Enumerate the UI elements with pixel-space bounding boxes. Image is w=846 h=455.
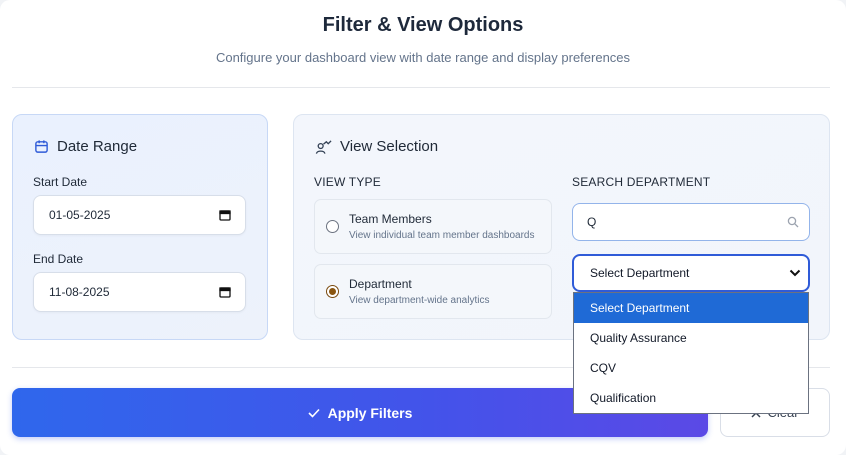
department-select-value: Select Department <box>590 266 690 280</box>
department-dropdown-list: Select Department Quality Assurance CQV … <box>573 292 809 414</box>
end-date-value: 11-08-2025 <box>49 285 110 299</box>
check-icon <box>308 408 320 418</box>
radio-option-department[interactable]: Department View department-wide analytic… <box>314 264 552 319</box>
apply-filters-label: Apply Filters <box>327 404 413 421</box>
radio-option-title: Department <box>349 277 412 291</box>
calendar-picker-icon[interactable] <box>219 209 231 221</box>
calendar-picker-icon[interactable] <box>219 286 231 298</box>
date-range-card: Date Range Start Date 01-05-2025 End Dat… <box>12 114 268 340</box>
page-title: Filter & View Options <box>322 14 524 36</box>
department-select[interactable]: Select Department <box>572 254 810 292</box>
search-input-value: Q <box>587 215 597 229</box>
date-range-heading: Date Range <box>34 138 137 155</box>
view-selection-heading: View Selection <box>315 138 438 155</box>
start-date-value: 01-05-2025 <box>49 208 111 222</box>
user-chart-icon <box>315 139 332 155</box>
view-selection-title: View Selection <box>340 138 439 155</box>
dropdown-option-qualification[interactable]: Qualification <box>574 383 808 413</box>
calendar-icon <box>34 139 49 154</box>
search-department-label: SEARCH DEPARTMENT <box>572 175 711 189</box>
radio-button[interactable] <box>326 220 339 233</box>
end-date-label: End Date <box>33 252 84 266</box>
dropdown-option-cqv[interactable]: CQV <box>574 353 808 383</box>
chevron-down-icon <box>789 269 801 277</box>
header-divider <box>12 87 830 88</box>
radio-option-description: View individual team member dashboards <box>349 230 535 241</box>
dropdown-option-quality-assurance[interactable]: Quality Assurance <box>574 323 808 353</box>
radio-option-description: View department-wide analytics <box>349 295 490 306</box>
department-search-input[interactable]: Q <box>572 203 810 241</box>
start-date-label: Start Date <box>33 175 88 189</box>
date-range-title: Date Range <box>57 138 138 155</box>
radio-option-team-members[interactable]: Team Members View individual team member… <box>314 199 552 254</box>
view-type-label: VIEW TYPE <box>314 175 381 189</box>
end-date-input[interactable]: 11-08-2025 <box>33 272 246 312</box>
radio-button-checked[interactable] <box>326 285 339 298</box>
search-icon <box>787 216 799 228</box>
page-subtitle: Configure your dashboard view with date … <box>215 50 631 65</box>
dropdown-option-select-department[interactable]: Select Department <box>574 293 808 323</box>
filter-modal: Filter & View Options Configure your das… <box>0 0 846 455</box>
start-date-input[interactable]: 01-05-2025 <box>33 195 246 235</box>
radio-option-title: Team Members <box>349 212 432 226</box>
